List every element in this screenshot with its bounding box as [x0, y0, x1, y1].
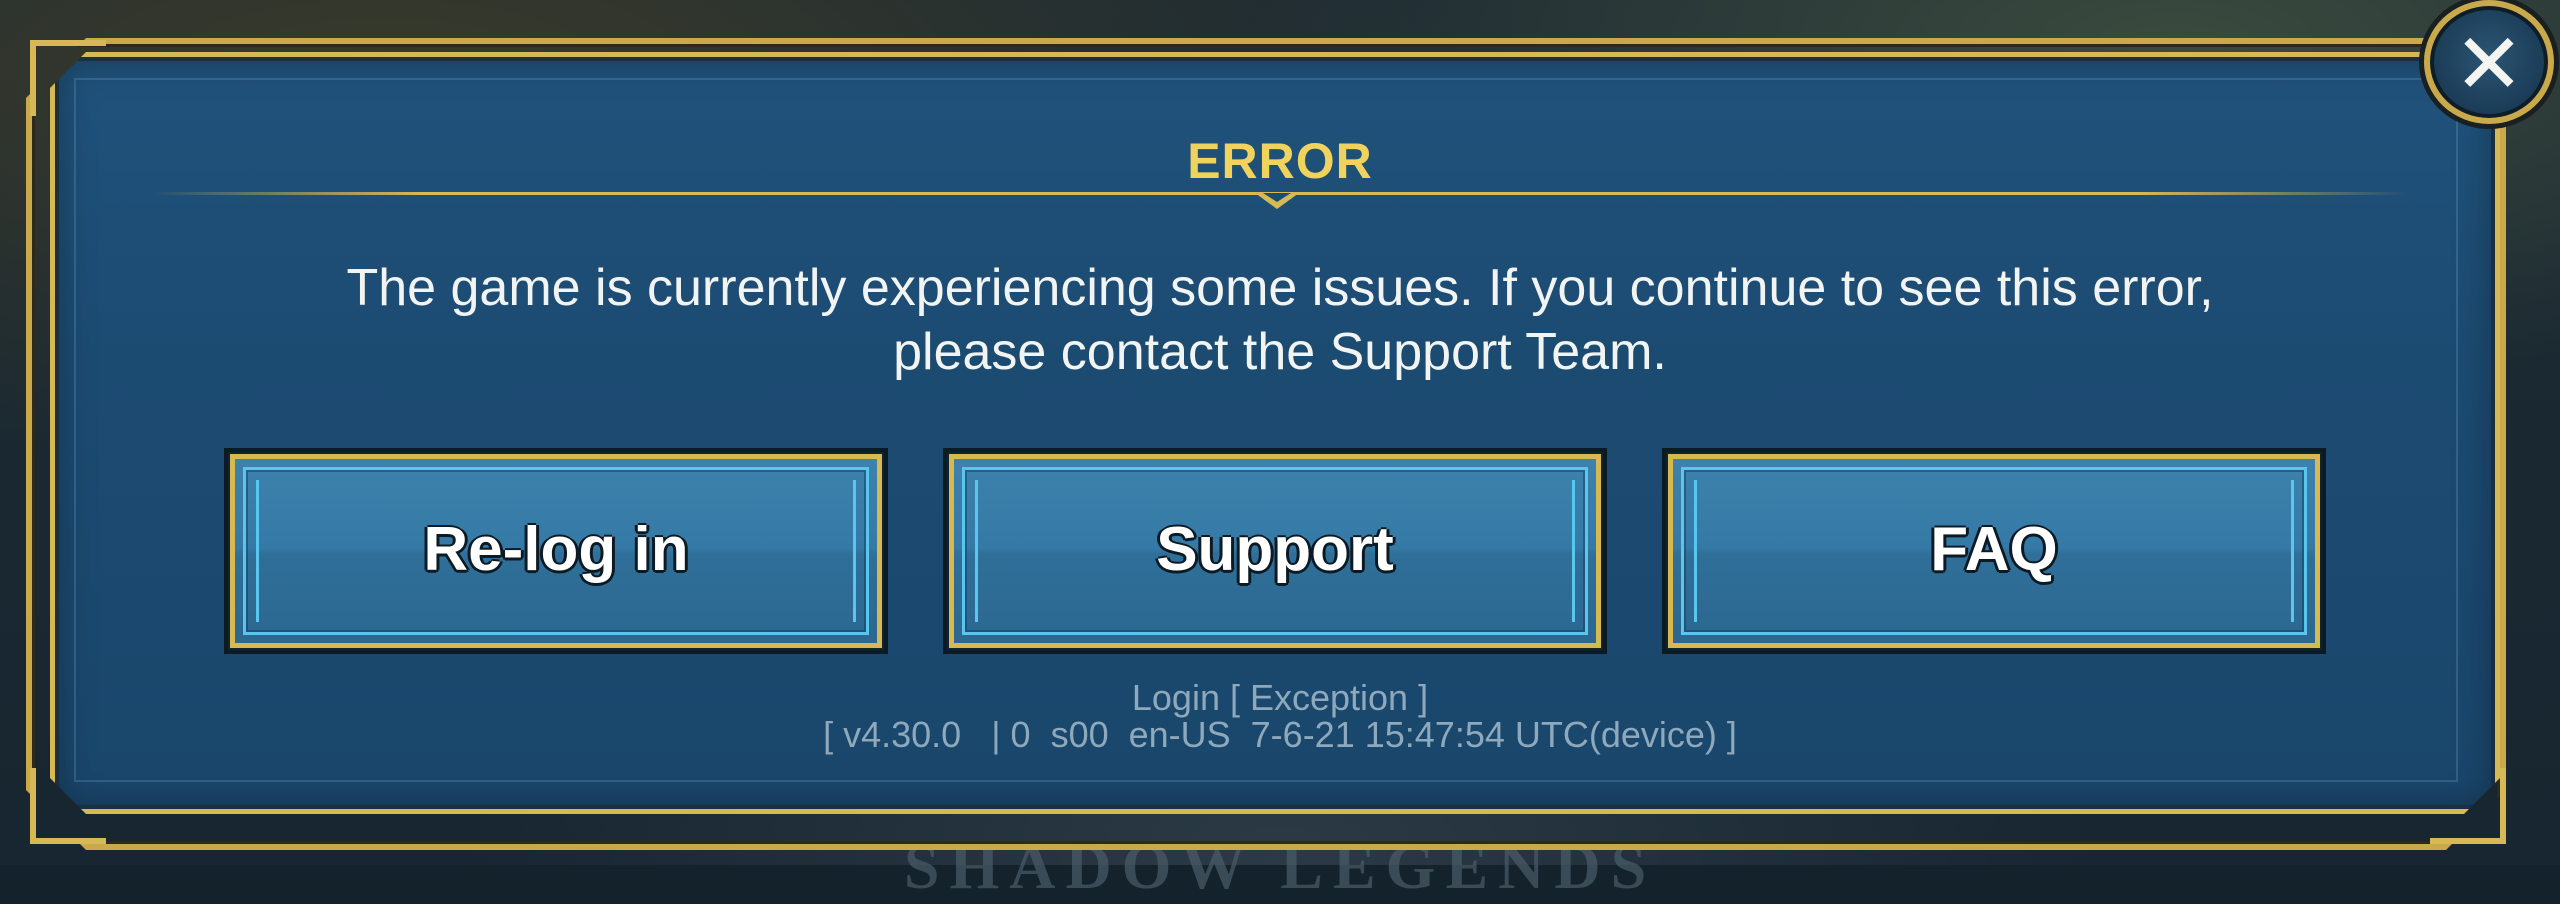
- dialog-title: ERROR: [1187, 133, 1373, 189]
- error-message: The game is currently experiencing some …: [200, 256, 2360, 384]
- frame-corner-top-left: [30, 40, 106, 116]
- error-message-line-2: please contact the Support Team.: [893, 323, 1667, 381]
- frame-corner-bottom-left: [30, 768, 106, 844]
- relog-button[interactable]: Re-log in: [224, 448, 888, 654]
- frame-corner-bottom-right: [2430, 768, 2506, 844]
- error-message-line-1: The game is currently experiencing some …: [346, 259, 2214, 317]
- title-divider-notch-inner: [1263, 193, 1291, 202]
- faq-button[interactable]: FAQ: [1662, 448, 2326, 654]
- relog-button-label: Re-log in: [423, 515, 689, 584]
- faq-button-label: FAQ: [1930, 515, 2058, 584]
- error-context-text: Login [ Exception ]: [1131, 677, 1429, 718]
- support-button-label: Support: [1156, 515, 1394, 584]
- build-info-text: [ v4.30.0 | 0 s00 en-US 7-6-21 15:47:54 …: [823, 714, 1737, 755]
- close-button[interactable]: ✕: [2424, 0, 2554, 124]
- support-button[interactable]: Support: [943, 448, 1607, 654]
- close-icon: ✕: [2453, 15, 2525, 113]
